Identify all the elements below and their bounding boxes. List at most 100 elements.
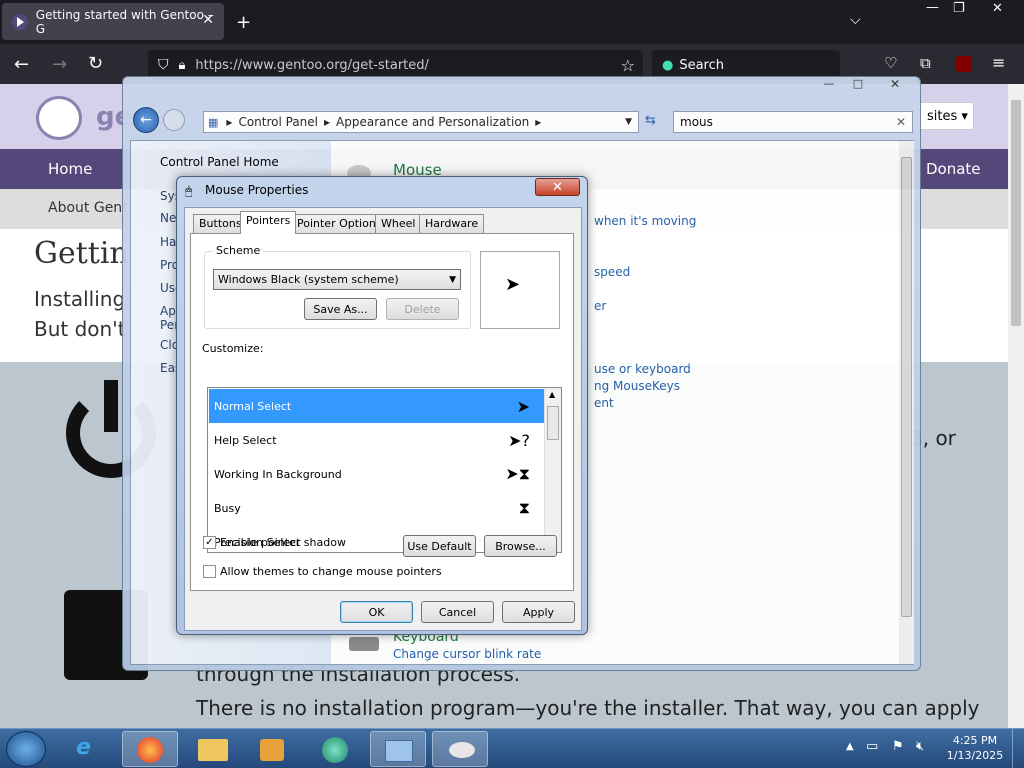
bookmark-star-icon[interactable]: ☆ [621,56,635,75]
cp-link[interactable]: use or keyboard [594,362,691,376]
page-scrollbar[interactable] [1008,84,1024,728]
cp-back-icon[interactable]: ← [133,107,159,133]
show-desktop-button[interactable] [1012,729,1024,768]
cp-scrollbar[interactable] [899,141,914,664]
dialog-body: Buttons Pointers Pointer Options Wheel H… [184,207,582,631]
cp-home-link[interactable]: Control Panel Home [160,155,279,169]
cp-link[interactable]: ng MouseKeys [594,379,680,393]
taskbar-control-panel[interactable] [370,731,426,767]
cp-maximize-icon[interactable]: □ [845,77,871,93]
start-button[interactable] [6,731,46,767]
clear-search-icon[interactable]: ✕ [896,115,906,129]
cp-link[interactable]: ent [594,396,614,410]
minimize-icon[interactable]: — [926,0,939,15]
taskbar-media-player[interactable] [244,731,300,767]
list-item[interactable]: Busy ⧗ [209,491,544,525]
breadcrumb-arrow-icon[interactable]: ▸ [226,115,232,129]
list-item[interactable]: Help Select ➤? [209,423,544,457]
window-close-icon[interactable]: ✕ [992,1,1003,16]
forward-icon[interactable]: → [52,54,67,75]
shield-icon[interactable]: ⛉ [158,57,169,73]
cp-left-item[interactable]: Ne [160,211,176,225]
back-icon[interactable]: ← [14,54,29,75]
cp-search-value[interactable]: mous [680,115,713,129]
address-dropdown-icon[interactable]: ▼ [625,117,632,127]
cp-address-bar[interactable]: ▦ ▸ Control Panel ▸ Appearance and Perso… [203,111,639,133]
list-item[interactable]: Normal Select ➤ [209,389,544,423]
clock[interactable]: 4:25 PM 1/13/2025 [940,733,1010,763]
browser-tab-title: Getting started with Gentoo – G [35,7,214,36]
gentoo-logo-icon[interactable] [36,96,82,140]
allow-themes-checkbox[interactable] [203,565,216,578]
scroll-up-icon[interactable]: ▲ [549,390,555,399]
extensions-icon[interactable]: ⧉ [920,54,931,72]
subnav-about[interactable]: About Gent [48,200,128,216]
cp-minimize-icon[interactable]: — [816,77,842,93]
nav-home[interactable]: Home [48,160,92,178]
nav-donate[interactable]: Donate [926,160,981,178]
pointers-panel: Scheme Windows Black (system scheme) ▼ S… [190,233,574,591]
lock-icon[interactable]: 🔒︎ [179,58,186,73]
volume-muted-icon[interactable]: 🔇︎ [916,739,924,754]
page-scrollbar-thumb[interactable] [1011,100,1021,326]
list-scrollbar-thumb[interactable] [547,406,559,440]
cp-link[interactable]: er [594,299,606,313]
taskbar-app[interactable] [306,731,362,767]
cp-close-icon[interactable]: ✕ [875,77,915,93]
tab-wheel[interactable]: Wheel [375,214,422,233]
breadcrumb-appearance[interactable]: Appearance and Personalization [336,115,529,129]
customize-label: Customize: [202,342,264,355]
url-text[interactable]: https://www.gentoo.org/get-started/ [195,58,428,73]
cp-left-item[interactable]: Ap [160,304,176,318]
list-scrollbar[interactable]: ▲ ▼ [544,388,561,552]
tab-pointer-options[interactable]: Pointer Options [291,214,388,233]
dialog-close-button[interactable]: ✕ [535,178,580,196]
reload-icon[interactable]: ↻ [88,53,103,74]
pocket-icon[interactable]: ♡ [884,54,897,72]
taskbar-explorer[interactable] [186,731,242,767]
cp-scrollbar-thumb[interactable] [901,157,912,617]
scheme-select[interactable]: Windows Black (system scheme) ▼ [213,269,461,290]
ublock-icon[interactable] [956,56,972,72]
enable-shadow-checkbox[interactable]: ✓ [203,536,216,549]
cursor-name: Busy [214,501,241,515]
browse-button[interactable]: Browse... [484,535,557,557]
sites-dropdown[interactable]: sites ▾ [912,102,974,130]
delete-button[interactable]: Delete [386,298,459,320]
use-default-button[interactable]: Use Default [403,535,476,557]
tab-list-chevron-icon[interactable]: ⌵ [850,12,861,28]
taskbar-ie[interactable]: e [62,731,118,767]
list-item[interactable]: Working In Background ➤⧗ [209,457,544,491]
cp-forward-icon[interactable] [163,109,185,131]
taskbar-firefox[interactable] [122,731,178,767]
keyboard-link[interactable]: Change cursor blink rate [393,647,541,661]
tab-hardware[interactable]: Hardware [419,214,485,233]
breadcrumb-arrow-icon[interactable]: ▸ [535,115,541,129]
ok-button[interactable]: OK [340,601,413,623]
breadcrumb-arrow-icon[interactable]: ▸ [324,115,330,129]
tab-close-icon[interactable]: ✕ [202,12,214,28]
cp-left-item[interactable]: Ha [160,235,176,249]
cursor-name: Help Select [214,433,277,447]
clock-time: 4:25 PM [952,734,998,747]
breadcrumb-control-panel[interactable]: Control Panel [238,115,318,129]
restore-icon[interactable]: ❐ [953,1,965,16]
cancel-button[interactable]: Cancel [421,601,494,623]
menu-icon[interactable]: ≡ [992,53,1005,72]
cp-link[interactable]: speed [594,265,630,279]
show-hidden-icons-icon[interactable]: ▲ [846,741,854,752]
browser-tab[interactable]: Getting started with Gentoo – G ✕ [2,3,224,40]
taskbar-mouse-properties[interactable] [432,731,488,767]
save-as-button[interactable]: Save As... [304,298,377,320]
cursor-list[interactable]: Normal Select ➤ Help Select ➤? Working I… [207,387,562,553]
cp-search-box[interactable]: mous ✕ [673,111,913,133]
flag-icon[interactable]: ⚑ [892,739,904,754]
cp-link[interactable]: when it's moving [594,214,696,228]
clock-date: 1/13/2025 [946,749,1004,762]
refresh-icon[interactable]: ⇆ [645,113,656,128]
apply-button[interactable]: Apply [502,601,575,623]
new-tab-icon[interactable]: + [236,12,251,33]
tab-pointers[interactable]: Pointers [240,211,297,234]
media-player-icon [260,739,284,761]
network-icon[interactable]: ▭ [866,739,878,754]
